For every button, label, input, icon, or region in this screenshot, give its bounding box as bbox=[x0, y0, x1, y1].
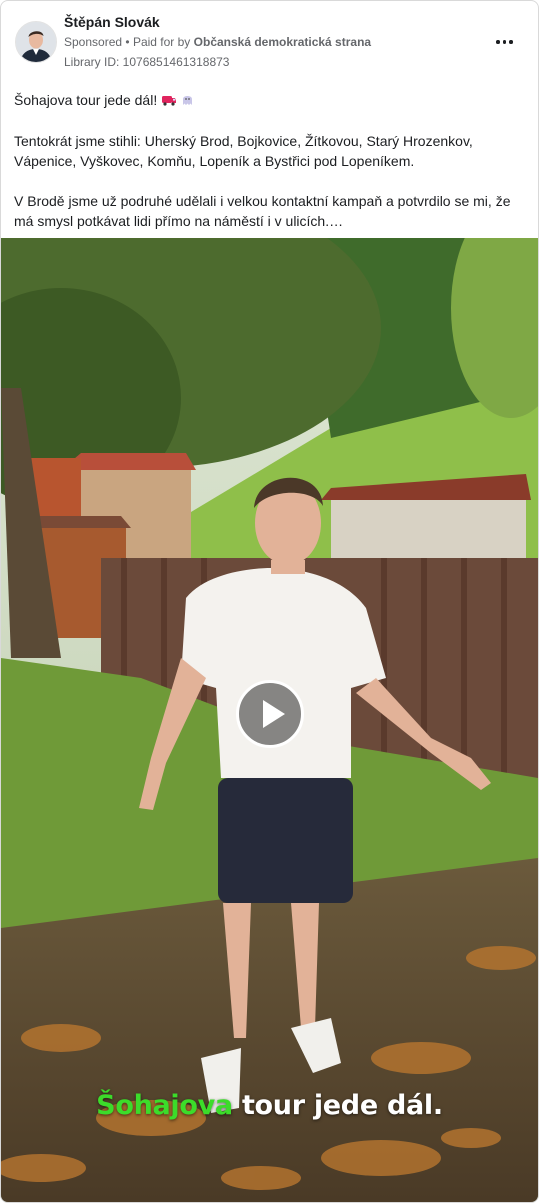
text-paragraph-2: Tentokrát jsme stihli: Uherský Brod, Boj… bbox=[14, 133, 473, 170]
separator: • bbox=[125, 35, 130, 49]
video-player[interactable]: Šohajova tour jede dál. bbox=[1, 238, 538, 1202]
sponsored-meta: Sponsored • Paid for by Občanská demokra… bbox=[64, 35, 371, 49]
paid-for-by[interactable]: Občanská demokratická strana bbox=[194, 35, 371, 49]
text-line-1: Šohajova tour jede dál! bbox=[14, 92, 158, 108]
caption-rest: tour jede dál. bbox=[232, 1090, 443, 1121]
more-horizontal-icon[interactable] bbox=[496, 31, 516, 51]
play-icon[interactable] bbox=[236, 680, 304, 748]
avatar[interactable] bbox=[15, 21, 57, 63]
post-text: Šohajova tour jede dál! Tentokrát jsme s… bbox=[14, 90, 526, 251]
text-paragraph-3: V Brodě jsme už podruhé udělali i velkou… bbox=[14, 193, 511, 230]
ad-card: Štěpán Slovák Sponsored • Paid for by Ob… bbox=[0, 0, 539, 1203]
author-name[interactable]: Štěpán Slovák bbox=[64, 14, 160, 30]
post-header: Štěpán Slovák Sponsored • Paid for by Ob… bbox=[1, 1, 538, 77]
sponsored-label: Sponsored bbox=[64, 35, 123, 49]
ghost-icon bbox=[181, 91, 194, 111]
paid-for-prefix: Paid for by bbox=[132, 35, 191, 49]
van-icon bbox=[161, 91, 177, 111]
library-id: Library ID: 1076851461318873 bbox=[64, 55, 230, 69]
video-caption: Šohajova tour jede dál. bbox=[1, 1090, 538, 1121]
caption-highlight: Šohajova bbox=[96, 1090, 233, 1121]
